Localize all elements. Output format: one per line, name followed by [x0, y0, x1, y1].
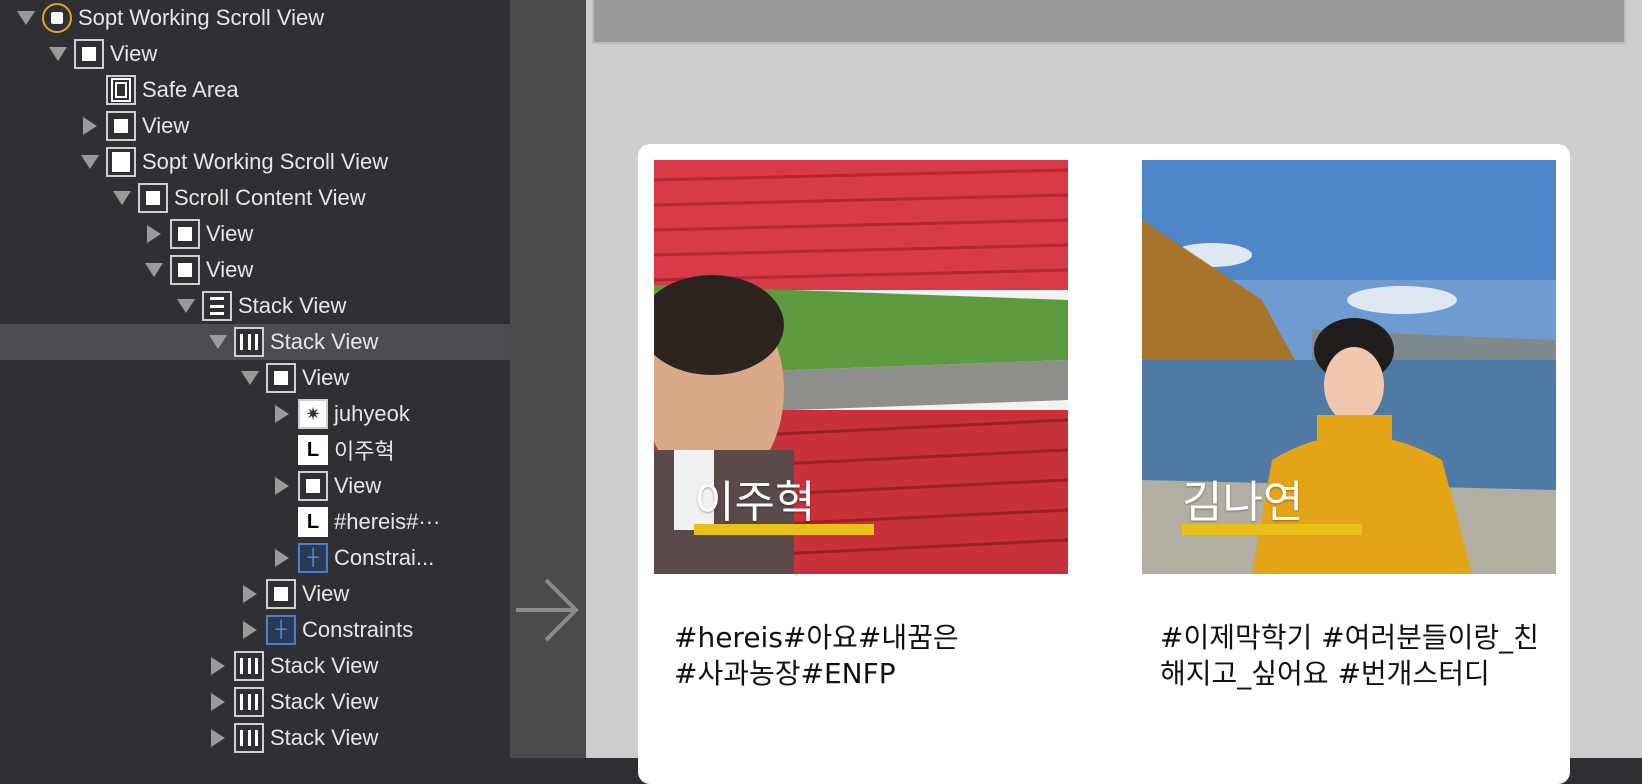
disclosure-closed-icon[interactable] [144, 224, 164, 244]
outline-item-label: Stack View [270, 725, 379, 750]
disclosure-closed-icon[interactable] [240, 620, 260, 640]
outline-item-label: Constraints [302, 617, 414, 642]
disclosure-closed-icon[interactable] [208, 692, 228, 712]
canvas-gutter [510, 0, 586, 758]
view-icon [74, 39, 104, 69]
outline-item-stack-view[interactable]: Stack View [0, 684, 510, 720]
profile-photo-juhyeok[interactable]: 이주혁 [654, 160, 1068, 574]
view-icon [266, 579, 296, 609]
outline-item-constraints[interactable]: Constraints [0, 612, 510, 648]
outline-item-label: View [302, 365, 350, 390]
outline-item-safe-area[interactable]: Safe Area [0, 72, 510, 108]
profile-stack-card[interactable]: 이주혁 #hereis#아요#내꿈은 #사과농장#ENFP 김나연 #이제막학기… [638, 144, 1570, 784]
outline-item-label-name[interactable]: 이주혁 [0, 432, 510, 468]
constraints-icon [266, 615, 296, 645]
disclosure-open-icon[interactable] [208, 332, 228, 352]
disclosure-open-icon[interactable] [240, 368, 260, 388]
outline-item-scroll-content-view[interactable]: Scroll Content View [0, 180, 510, 216]
outline-item-label: View [110, 41, 158, 66]
view-icon [138, 183, 168, 213]
outline-item-label: juhyeok [334, 401, 410, 426]
view-icon [170, 255, 200, 285]
outline-item-view[interactable]: View [0, 36, 510, 72]
disclosure-closed-icon[interactable] [208, 656, 228, 676]
outline-item-stack-view-selected[interactable]: Stack View [0, 324, 510, 360]
view-icon [266, 363, 296, 393]
disclosure-open-icon[interactable] [112, 188, 132, 208]
outline-item-label-tags[interactable]: #hereis#··· [0, 504, 510, 540]
outline-item-stack-view[interactable]: Stack View [0, 288, 510, 324]
outline-item-view[interactable]: View [0, 468, 510, 504]
outline-item-label: Safe Area [142, 77, 239, 102]
outline-item-label: Stack View [270, 329, 379, 354]
disclosure-open-icon[interactable] [80, 152, 100, 172]
outline-item-image-juhyeok[interactable]: juhyeok [0, 396, 510, 432]
disclosure-open-icon[interactable] [176, 296, 196, 316]
outline-item-view[interactable]: View [0, 576, 510, 612]
profile-tags-label: #이제막학기 #여러분들이랑_친 해지고_싶어요 #번개스터디 [1160, 620, 1550, 692]
tags-line: #이제막학기 #여러분들이랑_친 [1160, 621, 1539, 654]
tags-line: 해지고_싶어요 #번개스터디 [1160, 657, 1490, 690]
storyboard-canvas[interactable]: 이주혁 #hereis#아요#내꿈은 #사과농장#ENFP 김나연 #이제막학기… [586, 0, 1642, 784]
outline-item-label: Constrai... [334, 545, 435, 570]
profile-name-label: 이주혁 [694, 478, 816, 527]
horizontal-stack-icon [234, 651, 264, 681]
outline-item-view[interactable]: View [0, 252, 510, 288]
view-controller-icon [42, 3, 72, 33]
outline-item-stack-view[interactable]: Stack View [0, 720, 510, 756]
outline-item-view[interactable]: View [0, 216, 510, 252]
disclosure-closed-icon[interactable] [272, 548, 292, 568]
disclosure-closed-icon[interactable] [272, 476, 292, 496]
outline-item-label: View [302, 581, 350, 606]
outline-item-view[interactable]: View [0, 360, 510, 396]
profile-photo-nayeon[interactable]: 김나연 [1142, 160, 1556, 574]
view-icon [298, 471, 328, 501]
profile-tags-label: #hereis#아요#내꿈은 #사과농장#ENFP [674, 620, 1064, 692]
outline-item-label: 이주혁 [334, 439, 395, 464]
outline-item-label: View [142, 113, 190, 138]
safe-area-icon [106, 75, 136, 105]
outline-item-root-scroll-view[interactable]: Sopt Working Scroll View [0, 0, 510, 36]
outline-item-label: Sopt Working Scroll View [142, 149, 389, 174]
disclosure-closed-icon[interactable] [80, 116, 100, 136]
document-outline: Sopt Working Scroll View View Safe Area … [0, 0, 510, 758]
disclosure-closed-icon[interactable] [208, 728, 228, 748]
storyboard-entry-arrow-icon[interactable] [510, 570, 586, 650]
outline-item-stack-view[interactable]: Stack View [0, 648, 510, 684]
disclosure-open-icon[interactable] [16, 8, 36, 28]
name-underline [1182, 524, 1362, 535]
outline-item-label: View [206, 221, 254, 246]
image-view-icon [298, 399, 328, 429]
disclosure-closed-icon[interactable] [240, 584, 260, 604]
outline-item-label: Stack View [270, 653, 379, 678]
outline-item-label: Stack View [270, 689, 379, 714]
tags-line: #hereis#아요#내꿈은 [674, 621, 959, 654]
vertical-stack-icon [202, 291, 232, 321]
outline-item-constraints[interactable]: Constrai... [0, 540, 510, 576]
outline-item-label: Sopt Working Scroll View [78, 5, 325, 30]
outline-item-label: #hereis#··· [334, 509, 441, 534]
horizontal-stack-icon [234, 687, 264, 717]
navigation-bar[interactable] [592, 0, 1626, 44]
outline-item-view[interactable]: View [0, 108, 510, 144]
profile-name-label: 김나연 [1182, 478, 1304, 527]
outline-item-scroll-view[interactable]: Sopt Working Scroll View [0, 144, 510, 180]
outline-item-label: View [334, 473, 382, 498]
horizontal-stack-icon [234, 327, 264, 357]
constraints-icon [298, 543, 328, 573]
name-underline [694, 524, 874, 535]
label-icon [298, 507, 328, 537]
outline-item-label: Scroll Content View [174, 185, 366, 210]
disclosure-open-icon[interactable] [48, 44, 68, 64]
disclosure-closed-icon[interactable] [272, 404, 292, 424]
label-icon [298, 435, 328, 465]
disclosure-open-icon[interactable] [144, 260, 164, 280]
outline-item-label: View [206, 257, 254, 282]
tags-line: #사과농장#ENFP [674, 657, 896, 690]
view-icon [106, 111, 136, 141]
horizontal-stack-icon [234, 723, 264, 753]
outline-item-label: Stack View [238, 293, 347, 318]
view-icon [170, 219, 200, 249]
scroll-view-icon [106, 147, 136, 177]
